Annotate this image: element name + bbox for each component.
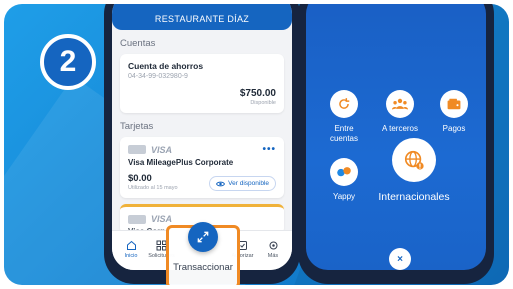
bank-header: RESTAURANTE DÍAZ	[112, 4, 292, 30]
account-name: Cuenta de ahorros	[128, 61, 204, 71]
cards-section-title: Tarjetas	[120, 121, 154, 132]
option-yappy[interactable]: Yappy	[322, 158, 366, 202]
card-chip-icon	[128, 145, 146, 154]
option-yappy-label: Yappy	[332, 192, 356, 201]
option-between-accounts-label: Entre cuentas	[329, 124, 359, 143]
option-third-parties[interactable]: A terceros	[376, 90, 424, 134]
visa-logo: VISA	[151, 214, 173, 224]
view-available-button[interactable]: Ver disponible	[209, 176, 276, 191]
card-chip-icon	[128, 214, 146, 224]
gear-icon	[267, 239, 279, 251]
transaction-options-screen: Entre cuentas A terceros Pagos Yappy Int…	[306, 4, 486, 270]
yappy-icon	[330, 158, 358, 186]
card-amount: $0.00	[128, 173, 152, 184]
close-button[interactable]: ×	[389, 248, 411, 270]
tutorial-background: 2 RESTAURANTE DÍAZ Cuentas Cuenta de aho…	[4, 4, 509, 285]
transact-arrows-icon	[188, 222, 218, 252]
transact-label: Transaccionar	[173, 262, 233, 273]
nav-more-label: Más	[267, 253, 279, 259]
card-menu-button[interactable]: •••	[262, 144, 276, 155]
accounts-section-title: Cuentas	[120, 38, 156, 49]
option-payments[interactable]: Pagos	[432, 90, 476, 134]
option-payments-label: Pagos	[442, 124, 466, 133]
people-icon	[386, 90, 414, 118]
visa-logo: VISA	[151, 144, 173, 155]
phone-transaction-options: Entre cuentas A terceros Pagos Yappy Int…	[298, 4, 494, 284]
option-international-label: Internacionales	[378, 191, 450, 203]
nav-home-label: Inicio	[124, 253, 138, 259]
view-available-label: Ver disponible	[228, 180, 269, 187]
credit-card-item[interactable]: VISA ••• Visa MileagePlus Corporate $0.0…	[120, 137, 284, 198]
step-number-badge: 2	[40, 34, 96, 90]
account-balance: $750.00	[239, 88, 276, 99]
wallet-icon	[440, 90, 468, 118]
option-between-accounts[interactable]: Entre cuentas	[322, 90, 366, 143]
card-used-label: Utilizado al 15 mayo	[128, 185, 178, 191]
option-international[interactable]: Internacionales	[366, 138, 462, 204]
bank-name: RESTAURANTE DÍAZ	[154, 14, 250, 24]
account-number: 04-34-99-032980-9	[128, 73, 188, 80]
savings-account-card[interactable]: Cuenta de ahorros 04-34-99-032980-9 $750…	[120, 54, 284, 113]
eye-icon	[216, 181, 226, 186]
transact-button[interactable]: Transaccionar	[166, 222, 240, 285]
refresh-icon	[330, 90, 358, 118]
nav-more[interactable]: Más	[258, 239, 288, 270]
card-name: Visa MileagePlus Corporate	[128, 158, 234, 167]
option-third-parties-label: A terceros	[381, 124, 418, 133]
nav-home[interactable]: Inicio	[116, 239, 146, 270]
globe-icon	[392, 138, 436, 182]
home-icon	[125, 239, 137, 251]
account-status: Disponible	[250, 100, 276, 106]
